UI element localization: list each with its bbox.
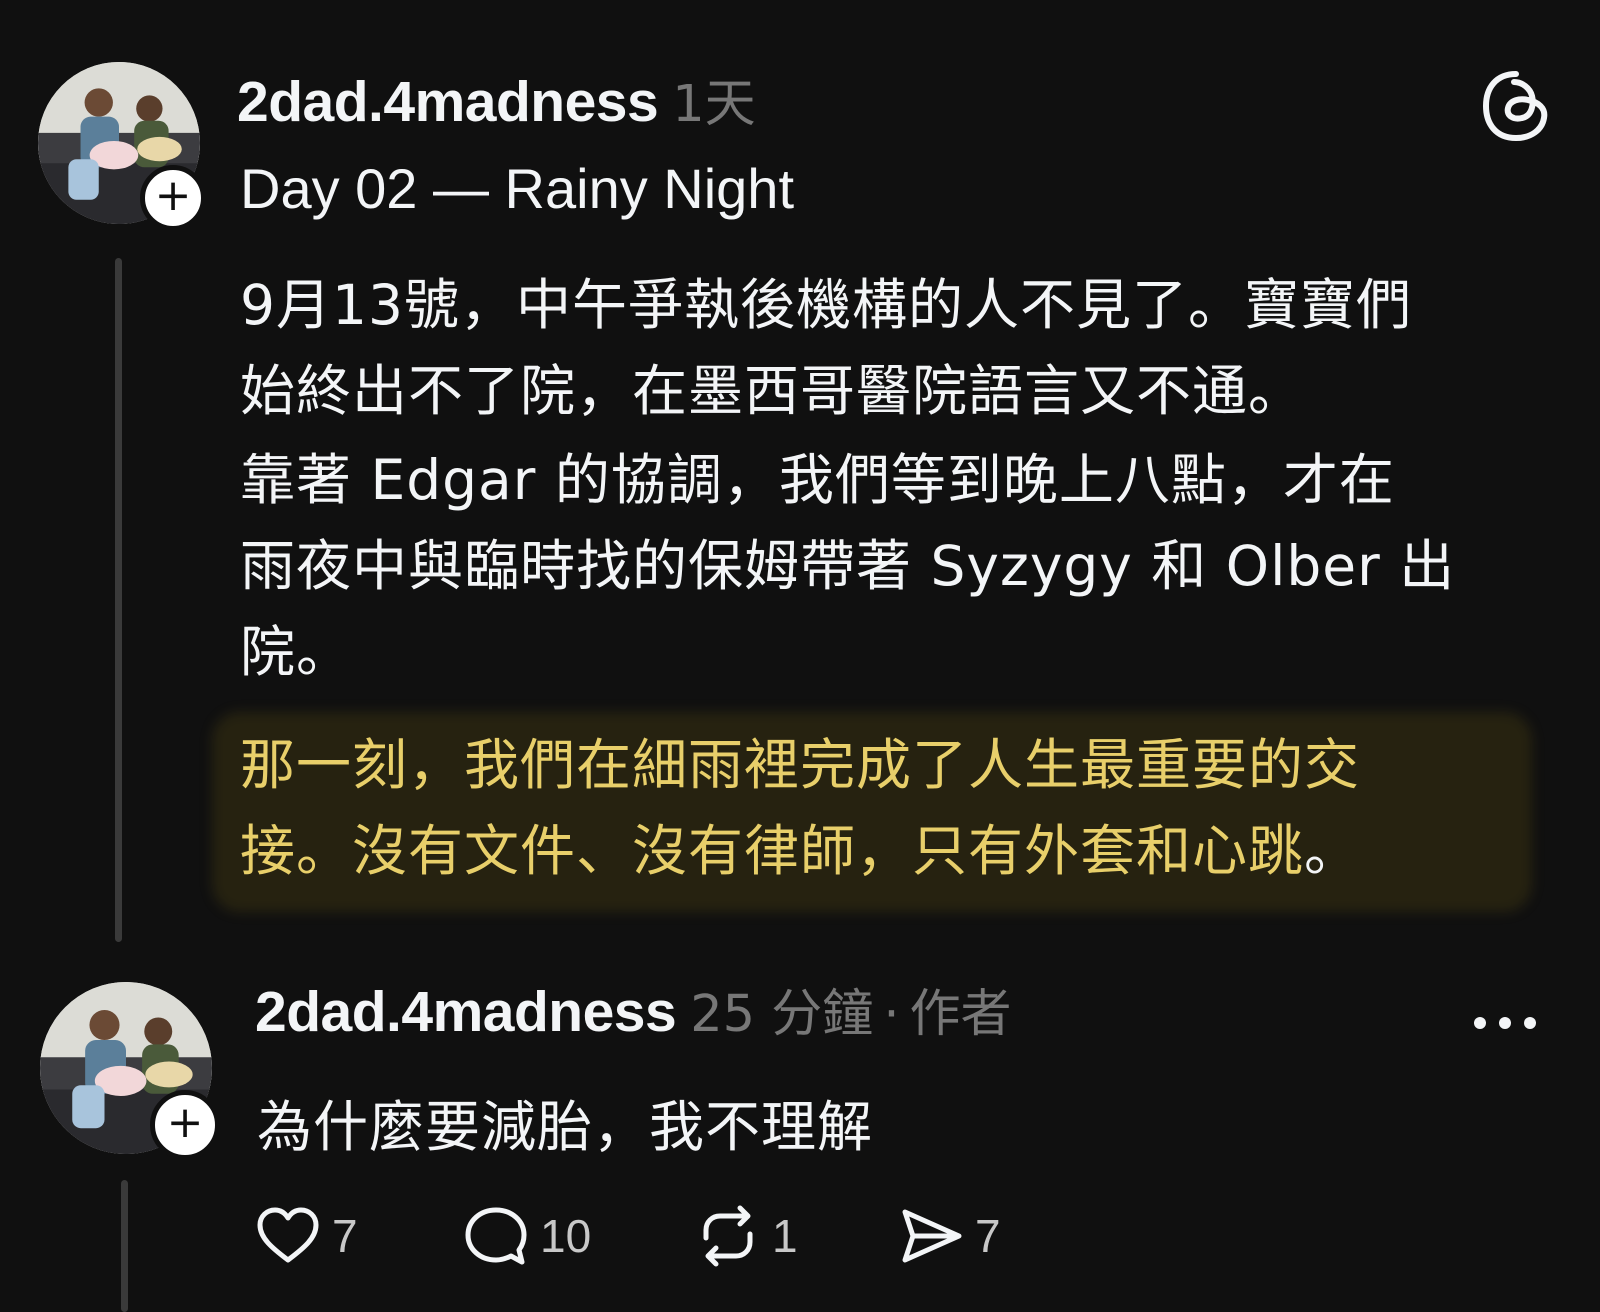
reply-timestamp: 25 分鐘	[690, 985, 874, 1044]
comment-button[interactable]: 10	[460, 1200, 591, 1272]
send-icon	[902, 1209, 962, 1263]
thread-connector-line	[121, 1180, 128, 1312]
reply-username[interactable]: 2dad.4madness	[255, 979, 677, 1045]
text-line: 始終出不了院，在墨西哥醫院語言又不通。	[240, 359, 1305, 423]
reply-header: 2dad.4madness 25 分鐘 · 作者	[255, 972, 1012, 1046]
highlighted-line: 接。沒有文件、沒有律師，只有外套和心跳	[240, 819, 1305, 883]
heart-icon	[257, 1207, 319, 1263]
post-paragraph-1: 9月13號，中午爭執後機構的人不見了。寶寶們 始終出不了院，在墨西哥醫院語言又不…	[240, 262, 1570, 434]
text-line: 靠著 Edgar 的協調，我們等到晚上八點，才在	[240, 448, 1395, 512]
like-count: 7	[332, 1210, 358, 1262]
threads-logo-icon[interactable]	[1476, 66, 1556, 146]
author-badge: 作者	[909, 985, 1012, 1044]
post-username[interactable]: 2dad.4madness	[237, 69, 659, 135]
post-paragraph-2: 靠著 Edgar 的協調，我們等到晚上八點，才在 雨夜中與臨時找的保姆帶著 Sy…	[240, 437, 1570, 695]
threads-post-view: + 2dad.4madness 1天 Day 02 — Rainy Night …	[0, 0, 1600, 1312]
repost-icon	[703, 1205, 753, 1267]
plus-icon: +	[154, 170, 192, 221]
comment-count: 10	[540, 1210, 592, 1262]
highlighted-line: 那一刻，我們在細雨裡完成了人生最重要的交	[240, 733, 1361, 797]
comment-bubble-icon	[465, 1207, 527, 1265]
more-options-icon[interactable]	[1470, 1008, 1540, 1038]
post-subtitle: Day 02 — Rainy Night	[240, 157, 795, 220]
line-end-punctuation: 。	[1304, 819, 1361, 883]
post-timestamp: 1天	[672, 75, 756, 134]
repost-button[interactable]: 1	[692, 1200, 798, 1272]
share-button[interactable]: 7	[895, 1200, 1001, 1272]
follow-add-button[interactable]: +	[150, 1090, 220, 1160]
text-line: 院。	[240, 620, 353, 684]
post-header: 2dad.4madness 1天	[237, 62, 756, 136]
follow-add-button[interactable]: +	[140, 165, 206, 231]
text-line: 9月13號，中午爭執後機構的人不見了。寶寶們	[240, 273, 1412, 337]
share-count: 7	[975, 1210, 1001, 1262]
reply-text: 為什麼要減胎，我不理解	[257, 1095, 874, 1159]
text-line: 雨夜中與臨時找的保姆帶著 Syzygy 和 Olber 出	[240, 534, 1456, 598]
post-highlighted-paragraph: 那一刻，我們在細雨裡完成了人生最重要的交 接。沒有文件、沒有律師，只有外套和心跳…	[240, 722, 1570, 894]
repost-count: 1	[772, 1210, 798, 1262]
like-button[interactable]: 7	[252, 1200, 358, 1272]
plus-icon: +	[166, 1097, 204, 1148]
thread-connector-line	[115, 258, 122, 942]
meta-separator: ·	[883, 985, 900, 1044]
